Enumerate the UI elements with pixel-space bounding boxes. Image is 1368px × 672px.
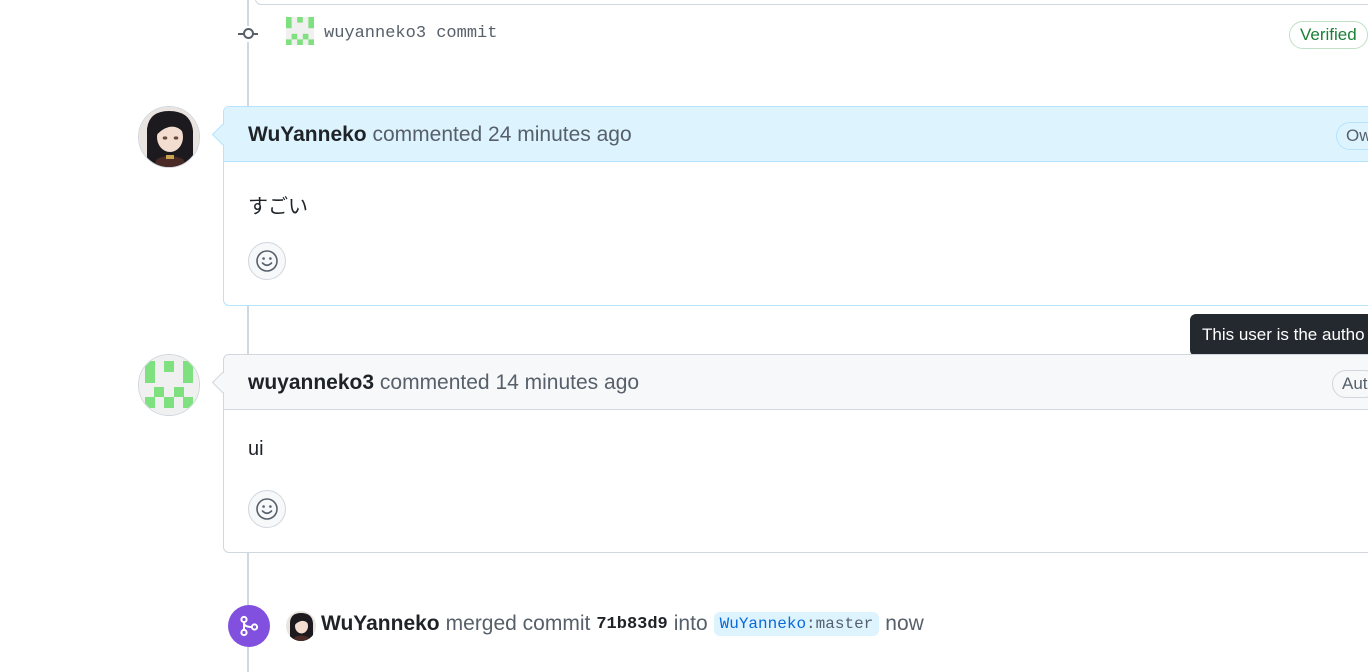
smiley-icon <box>256 498 278 520</box>
identicon-avatar[interactable] <box>286 17 314 45</box>
branch-name: master <box>815 615 874 633</box>
merge-author-avatar[interactable] <box>286 611 316 641</box>
merge-action: merged commit <box>445 612 591 635</box>
comment-header: wuyanneko3 commented 14 minutes ago Aut <box>211 355 1368 410</box>
avatar-wuyanneko3[interactable] <box>138 354 200 416</box>
comment-text: ui <box>248 438 264 460</box>
anime-avatar-image <box>139 107 199 167</box>
branch-separator: : <box>806 615 816 633</box>
timeline-line <box>247 0 249 672</box>
avatar-wuyanneko[interactable] <box>138 106 200 168</box>
previous-card-edge <box>255 0 1368 5</box>
comment-header: WuYanneko commented 24 minutes ago Ow <box>211 107 1368 162</box>
commit-summary: wuyanneko3 commit <box>324 24 497 43</box>
merge-time[interactable]: now <box>885 612 924 636</box>
comment-author[interactable]: WuYanneko <box>248 123 367 146</box>
identicon-avatar-large <box>139 355 199 415</box>
comment-time[interactable]: 14 minutes ago <box>495 371 639 394</box>
pr-timeline: wuyanneko3 commit Verified WuYanneko com… <box>0 0 1368 672</box>
comment-caret <box>211 371 234 394</box>
git-merge-icon <box>228 605 270 647</box>
branch-owner: WuYanneko <box>719 615 807 633</box>
merge-into: into <box>673 612 708 635</box>
author-tooltip: This user is the autho <box>1190 314 1368 356</box>
merge-event: WuYanneko merged commit 71b83d9 into WuY… <box>321 612 924 636</box>
target-branch[interactable]: WuYanneko:master <box>713 612 880 636</box>
comment-card: WuYanneko commented 24 minutes ago Ow すご… <box>211 106 1368 306</box>
merge-author[interactable]: WuYanneko <box>321 612 440 636</box>
commit-author[interactable]: wuyanneko3 <box>324 24 426 43</box>
smiley-icon <box>256 250 278 272</box>
git-commit-icon <box>238 26 258 42</box>
comment-meta: wuyanneko3 commented 14 minutes ago <box>248 371 639 395</box>
author-badge[interactable]: Aut <box>1332 370 1368 398</box>
comment-time[interactable]: 24 minutes ago <box>488 123 632 146</box>
comment-caret <box>211 123 234 146</box>
add-reaction-button[interactable] <box>248 242 286 280</box>
comment-text: すごい <box>248 196 308 218</box>
merge-commit-sha[interactable]: 71b83d9 <box>596 615 667 634</box>
commit-label: commit <box>436 24 498 43</box>
comment-card: wuyanneko3 commented 14 minutes ago Aut … <box>211 354 1368 553</box>
owner-badge[interactable]: Ow <box>1336 122 1368 150</box>
anime-avatar-image <box>286 611 316 641</box>
verified-badge[interactable]: Verified <box>1289 21 1368 49</box>
comment-meta: WuYanneko commented 24 minutes ago <box>248 123 632 147</box>
comment-action: commented <box>372 123 483 146</box>
add-reaction-button[interactable] <box>248 490 286 528</box>
comment-author[interactable]: wuyanneko3 <box>248 371 374 394</box>
comment-action: commented <box>379 371 490 394</box>
